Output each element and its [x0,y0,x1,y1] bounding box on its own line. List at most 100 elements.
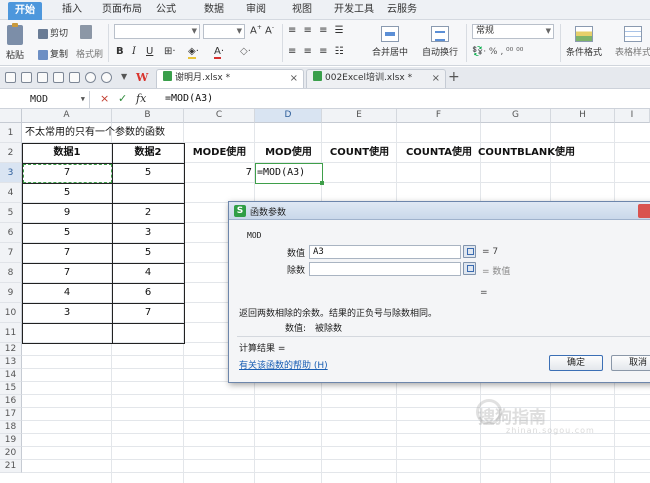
row-header-8[interactable]: 8 [0,263,22,283]
tab-home[interactable]: 开始 [8,2,42,20]
row-header-14[interactable]: 14 [0,369,22,382]
arg-divisor-input[interactable] [309,262,461,276]
underline-button[interactable]: U [146,46,153,57]
wrap-text-button[interactable]: 自动换行 [422,26,458,58]
wps-logo[interactable]: W [136,71,148,84]
function-help-link[interactable]: 有关该函数的帮助 (H) [239,358,328,371]
row-header-17[interactable]: 17 [0,408,22,421]
tab-view[interactable]: 视图 [292,3,312,19]
ok-button[interactable]: 确定 [549,355,603,371]
row-header-20[interactable]: 20 [0,447,22,460]
cut-button[interactable]: 剪切 [38,26,68,39]
row-header-16[interactable]: 16 [0,395,22,408]
row-header-3[interactable]: 3 [0,163,22,183]
paste-button[interactable]: 粘贴 [6,23,25,61]
row-header-1[interactable]: 1 [0,123,22,143]
row-header-7[interactable]: 7 [0,243,22,263]
arg-number-input[interactable]: A3 [309,245,461,259]
row-header-9[interactable]: 9 [0,283,22,303]
save-icon[interactable] [21,72,32,83]
tab-formulas[interactable]: 公式 [156,3,176,19]
column-header-b[interactable]: B [112,109,184,123]
column-header-i[interactable]: I [615,109,650,123]
range-picker-icon[interactable] [463,262,476,275]
row-header-21[interactable]: 21 [0,460,22,473]
dialog-title-bar[interactable]: S 函数参数 [229,202,650,220]
font-size-select[interactable]: ▼ [203,24,245,39]
column-header-c[interactable]: C [184,109,255,123]
table-cell-border [112,323,185,344]
row-header-12[interactable]: 12 [0,343,22,356]
undo-icon[interactable] [85,72,96,83]
format-painter-label: 格式刷 [76,50,104,60]
tab-developer[interactable]: 开发工具 [334,3,374,19]
range-picker-icon[interactable] [463,245,476,258]
redo-icon[interactable] [101,72,112,83]
column-header-e[interactable]: E [322,109,397,123]
number-format-select[interactable]: 常规 ▼ [472,24,554,39]
clear-format-button[interactable]: ◇· [240,46,251,57]
row-header-2[interactable]: 2 [0,143,22,163]
name-box[interactable]: MOD ▼ [0,91,90,108]
quick-access-dropdown-icon[interactable]: ▼ [121,72,127,81]
paste-label: 粘贴 [6,51,25,61]
preview-icon[interactable] [69,72,80,83]
insert-function-icon[interactable]: fx [136,92,146,105]
row-header-6[interactable]: 6 [0,223,22,243]
confirm-formula-icon[interactable]: ✓ [118,92,127,105]
font-name-select[interactable]: ▼ [114,24,200,39]
row-header-15[interactable]: 15 [0,382,22,395]
row-header-5[interactable]: 5 [0,203,22,223]
close-tab-icon[interactable]: × [432,70,440,87]
number-format-buttons[interactable]: 💱· % ‚ ⁰⁰ ⁰⁰ [472,47,523,57]
dialog-divider [237,336,650,337]
row-header-10[interactable]: 10 [0,303,22,323]
close-tab-icon[interactable]: × [290,70,298,87]
row-header-13[interactable]: 13 [0,356,22,369]
doc-tab-active[interactable]: 谢明月.xlsx * × [156,69,304,88]
row-header-19[interactable]: 19 [0,434,22,447]
cancel-button[interactable]: 取消 [611,355,650,371]
cancel-formula-icon[interactable]: × [100,92,109,105]
name-box-value: MOD [30,94,49,105]
row-header-18[interactable]: 18 [0,421,22,434]
italic-button[interactable]: I [132,46,136,57]
align-top-row[interactable]: ≡ ≡ ≡ ☰ [288,25,346,36]
fill-handle[interactable] [320,181,324,185]
conditional-format-button[interactable]: 条件格式 [566,26,602,58]
tab-data[interactable]: 数据 [204,3,224,19]
merge-center-button[interactable]: 合并居中 [372,26,408,58]
cell-data1: 4 [63,287,71,298]
table-style-button[interactable]: 表格样式 [615,26,650,58]
row-header-4[interactable]: 4 [0,183,22,203]
select-all-corner[interactable] [0,109,22,123]
doc-tab-inactive[interactable]: 002Excel培训.xlsx * × [306,69,446,88]
font-color-button[interactable]: A· [214,46,224,59]
borders-button[interactable]: ⊞· [164,46,176,57]
chevron-down-icon[interactable]: ▼ [81,91,85,108]
open-icon[interactable] [5,72,16,83]
tab-insert[interactable]: 插入 [62,3,82,19]
column-header-h[interactable]: H [551,109,615,123]
column-header-d[interactable]: D [255,109,322,123]
column-header-f[interactable]: F [397,109,481,123]
row-header-11[interactable]: 11 [0,323,22,343]
export-icon[interactable] [37,72,48,83]
column-header-a[interactable]: A [22,109,112,123]
dialog-close-button[interactable] [638,204,650,218]
formula-input[interactable]: =MOD(A3) [165,93,213,104]
tab-review[interactable]: 审阅 [246,3,266,19]
new-tab-button[interactable]: + [448,69,460,85]
column-header-g[interactable]: G [481,109,551,123]
tab-cloud[interactable]: 云服务 [387,3,417,19]
fill-color-button[interactable]: ◈· [188,46,199,59]
font-grow-button[interactable]: A+ A- [250,24,274,36]
format-painter-button[interactable]: 格式刷 [76,47,103,60]
bold-button[interactable]: B [116,46,124,57]
align-bottom-row[interactable]: ≡ ≡ ≡ ☷ [288,46,346,57]
copy-button[interactable]: 复制 [38,47,68,60]
tab-page-layout[interactable]: 页面布局 [102,3,142,19]
brush-icon [80,25,94,39]
spreadsheet-file-icon [163,71,172,81]
print-icon[interactable] [53,72,64,83]
